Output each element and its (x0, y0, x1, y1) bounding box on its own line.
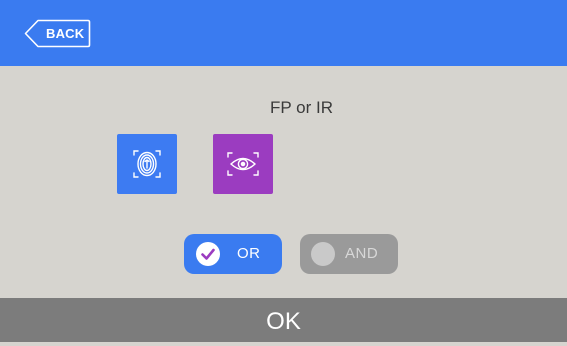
back-label: BACK (46, 26, 85, 41)
back-button[interactable]: BACK (24, 19, 91, 48)
ok-button[interactable]: OK (0, 298, 567, 342)
or-radio (196, 242, 220, 266)
and-radio (311, 242, 335, 266)
or-label: OR (237, 245, 261, 262)
and-option-button[interactable]: AND (300, 234, 398, 274)
or-option-button[interactable]: OR (184, 234, 282, 274)
and-label: AND (345, 245, 379, 262)
fingerprint-tile[interactable] (117, 134, 177, 194)
check-icon (201, 248, 215, 260)
eye-icon (227, 152, 259, 176)
ok-label: OK (266, 308, 301, 335)
iris-tile[interactable] (213, 134, 273, 194)
fingerprint-icon (133, 150, 161, 178)
mode-title: FP or IR (270, 98, 333, 117)
header-bar: BACK (0, 0, 567, 66)
